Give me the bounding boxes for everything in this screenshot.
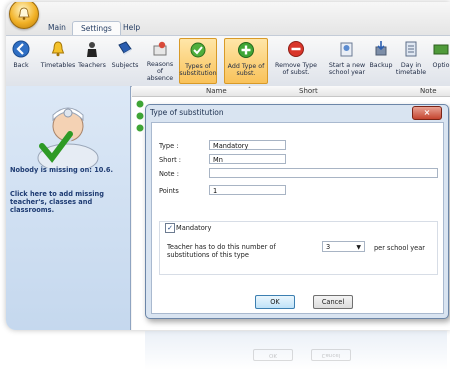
short-label: Short : bbox=[159, 156, 182, 164]
options-icon bbox=[433, 44, 449, 55]
tab-main[interactable]: Main bbox=[40, 21, 74, 34]
add-type-label: Add Type of subst. bbox=[227, 63, 265, 77]
short-field[interactable]: Mn bbox=[209, 154, 286, 164]
row-check-icon bbox=[136, 112, 144, 120]
new-year-icon bbox=[340, 42, 353, 57]
cancel-button[interactable]: Cancel bbox=[313, 295, 353, 309]
column-note[interactable]: Note bbox=[420, 86, 437, 96]
absence-icon bbox=[153, 41, 167, 55]
teachers-label: Teachers bbox=[78, 62, 106, 69]
book-icon bbox=[118, 41, 132, 55]
day-timetable-icon bbox=[405, 41, 417, 57]
day-in-timetable-label: Day in timetable bbox=[395, 62, 427, 76]
column-name[interactable]: Name bbox=[206, 86, 227, 96]
tab-help[interactable]: Help bbox=[115, 21, 148, 34]
add-type-button[interactable]: Add Type of subst. bbox=[224, 38, 268, 84]
note-field[interactable] bbox=[209, 168, 438, 178]
types-of-substitution-button[interactable]: Types of substitution bbox=[179, 38, 217, 84]
bell-icon bbox=[51, 41, 65, 57]
remove-type-button[interactable]: Remove Type of subst. bbox=[274, 38, 318, 82]
back-label: Back bbox=[13, 62, 29, 69]
note-label: Note : bbox=[159, 170, 179, 178]
add-missing-link[interactable]: Click here to add missing teacher's, cla… bbox=[10, 190, 128, 214]
backup-label: Backup bbox=[369, 62, 393, 69]
subjects-button[interactable]: Subjects bbox=[110, 38, 140, 82]
reflected-ok-button: OK bbox=[253, 349, 293, 361]
type-label: Type : bbox=[159, 142, 179, 150]
remove-type-label: Remove Type of subst. bbox=[274, 62, 318, 76]
add-icon bbox=[238, 42, 254, 58]
dialog-body: Type : Mandatory Short : Mn Note : Point… bbox=[151, 122, 444, 314]
dropdown-arrow-icon: ▼ bbox=[356, 244, 361, 251]
start-new-school-year-label: Start a new school year bbox=[328, 62, 366, 76]
remove-icon bbox=[288, 41, 304, 57]
mandatory-checkbox[interactable]: ✓ bbox=[165, 223, 175, 233]
points-field[interactable]: 1 bbox=[209, 185, 286, 195]
doctor-checkmark-icon bbox=[37, 107, 99, 168]
close-button[interactable]: × bbox=[412, 106, 442, 120]
teachers-button[interactable]: Teachers bbox=[77, 38, 107, 82]
dialog-title: Type of substitution bbox=[150, 108, 224, 117]
sidebar: Nobody is missing on: 10.6. Click here t… bbox=[6, 86, 131, 330]
teacher-icon bbox=[87, 42, 97, 57]
start-new-school-year-button[interactable]: Start a new school year bbox=[326, 38, 368, 82]
type-field[interactable]: Mandatory bbox=[209, 140, 286, 150]
backup-icon bbox=[375, 41, 387, 56]
row-check-icon bbox=[136, 124, 144, 132]
substitution-types-icon bbox=[190, 42, 206, 58]
ribbon-toolbar: Back Timetables Teachers Subjects Reason… bbox=[6, 35, 450, 87]
column-short[interactable]: Short bbox=[299, 86, 318, 96]
bell-logo-icon bbox=[18, 7, 30, 20]
checkmark-icon: ✓ bbox=[167, 224, 173, 232]
mandatory-label: Mandatory bbox=[176, 224, 212, 232]
options-button[interactable]: Optio bbox=[428, 38, 450, 82]
reflected-cancel-button: Cancel bbox=[311, 349, 351, 361]
count-select[interactable]: 3 ▼ bbox=[322, 241, 365, 252]
per-school-year-text: per school year bbox=[374, 244, 425, 252]
timetables-label: Timetables bbox=[40, 62, 76, 69]
dialog-reflection: OK Cancel bbox=[145, 331, 447, 370]
sort-indicator-icon: ˆ bbox=[248, 87, 251, 94]
teacher-requirement-text: Teacher has to do this number of substit… bbox=[167, 243, 276, 259]
reasons-of-absence-button[interactable]: Reasons of absence bbox=[143, 38, 177, 82]
nobody-missing-text: Nobody is missing on: 10.6. bbox=[10, 166, 113, 174]
types-of-substitution-label: Types of substitution bbox=[179, 63, 217, 77]
count-value: 3 bbox=[326, 243, 331, 251]
back-arrow-icon bbox=[12, 40, 30, 58]
options-label: Optio bbox=[432, 62, 450, 69]
close-icon: × bbox=[423, 108, 431, 117]
row-check-icon bbox=[136, 100, 144, 108]
tab-settings[interactable]: Settings bbox=[72, 21, 121, 35]
points-label: Points bbox=[159, 187, 179, 195]
ok-button[interactable]: OK bbox=[255, 295, 295, 309]
day-in-timetable-button[interactable]: Day in timetable bbox=[396, 38, 426, 82]
reasons-of-absence-label: Reasons of absence bbox=[146, 61, 174, 82]
timetables-button[interactable]: Timetables bbox=[41, 38, 75, 82]
backup-button[interactable]: Backup bbox=[368, 38, 394, 82]
type-of-substitution-dialog: Type of substitution × Type : Mandatory … bbox=[145, 104, 449, 319]
list-header: Name ˆ Short Note bbox=[132, 86, 450, 97]
back-button[interactable]: Back bbox=[8, 38, 34, 82]
subjects-label: Subjects bbox=[111, 62, 139, 69]
